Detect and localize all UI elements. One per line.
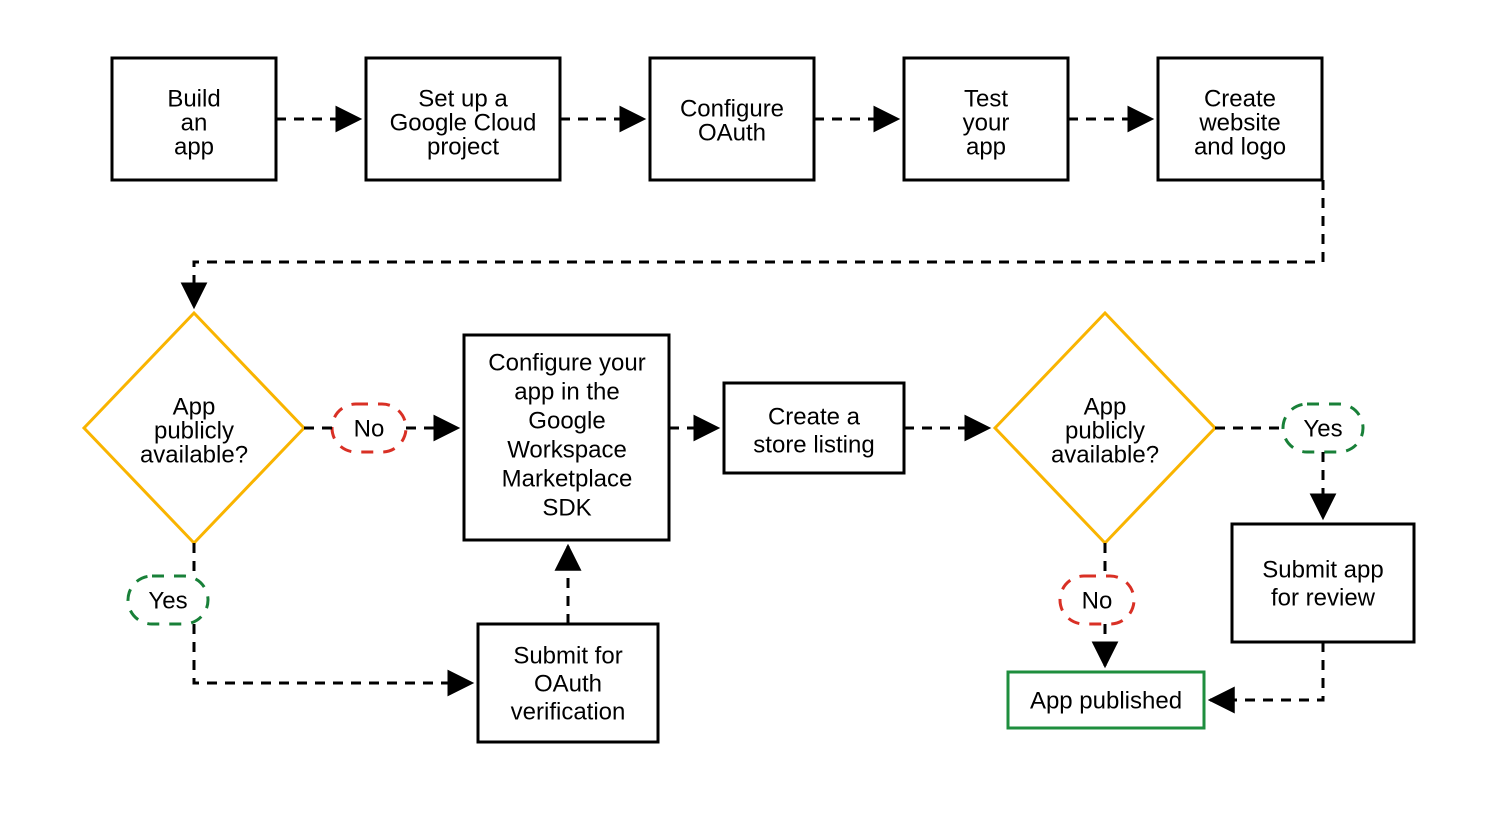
text: publicly — [154, 417, 234, 444]
text: an — [181, 109, 208, 136]
text: store listing — [753, 431, 874, 458]
text: SDK — [542, 494, 591, 521]
pill-no-1: No — [332, 404, 406, 452]
text: Create a — [768, 403, 861, 430]
text: project — [427, 133, 499, 160]
pill-yes-1: Yes — [128, 576, 208, 624]
flowchart: Build an app Set up a Google Cloud proje… — [0, 0, 1494, 814]
text: website — [1198, 109, 1280, 136]
text: Configure — [680, 95, 784, 122]
text: Yes — [148, 587, 187, 614]
box-store-listing: Create a store listing — [724, 383, 904, 473]
box-create-website: Create website and logo — [1158, 58, 1322, 180]
box-configure-sdk: Configure your app in the Google Workspa… — [464, 335, 669, 540]
diamond-publicly-available-2: App publicly available? — [995, 313, 1215, 543]
text: Yes — [1303, 415, 1342, 442]
text: app — [966, 133, 1006, 160]
arrow — [194, 180, 1323, 307]
text: No — [1082, 587, 1113, 614]
box-setup-project: Set up a Google Cloud project — [366, 58, 560, 180]
text: and logo — [1194, 133, 1286, 160]
pill-yes-2: Yes — [1283, 404, 1363, 452]
text: OAuth — [698, 119, 766, 146]
box-submit-oauth: Submit for OAuth verification — [478, 624, 658, 742]
text: Build — [167, 85, 220, 112]
text: available? — [1051, 441, 1159, 468]
box-submit-review: Submit app for review — [1232, 524, 1414, 642]
text: app in the — [514, 378, 619, 405]
text: OAuth — [534, 670, 602, 697]
text: available? — [140, 441, 248, 468]
text: Set up a — [418, 85, 508, 112]
text: your — [963, 109, 1010, 136]
text: App published — [1030, 687, 1182, 714]
text: Google — [528, 407, 605, 434]
text: Test — [964, 85, 1008, 112]
text: Create — [1204, 85, 1276, 112]
diamond-publicly-available-1: App publicly available? — [84, 313, 304, 543]
text: App — [1084, 393, 1127, 420]
text: verification — [511, 698, 626, 725]
text: Submit app — [1262, 556, 1383, 583]
box-configure-oauth: Configure OAuth — [650, 58, 814, 180]
text: app — [174, 133, 214, 160]
pill-no-2: No — [1060, 576, 1134, 624]
text: Workspace — [507, 436, 627, 463]
text: Configure your — [488, 349, 645, 376]
box-test-app: Test your app — [904, 58, 1068, 180]
text: publicly — [1065, 417, 1145, 444]
text: for review — [1271, 584, 1376, 611]
text: Google Cloud — [390, 109, 537, 136]
arrow — [1210, 642, 1323, 700]
text: No — [354, 415, 385, 442]
box-build-app: Build an app — [112, 58, 276, 180]
text: Submit for — [513, 642, 622, 669]
box-app-published: App published — [1008, 672, 1204, 728]
text: App — [173, 393, 216, 420]
text: Marketplace — [502, 465, 633, 492]
arrow — [194, 624, 472, 683]
